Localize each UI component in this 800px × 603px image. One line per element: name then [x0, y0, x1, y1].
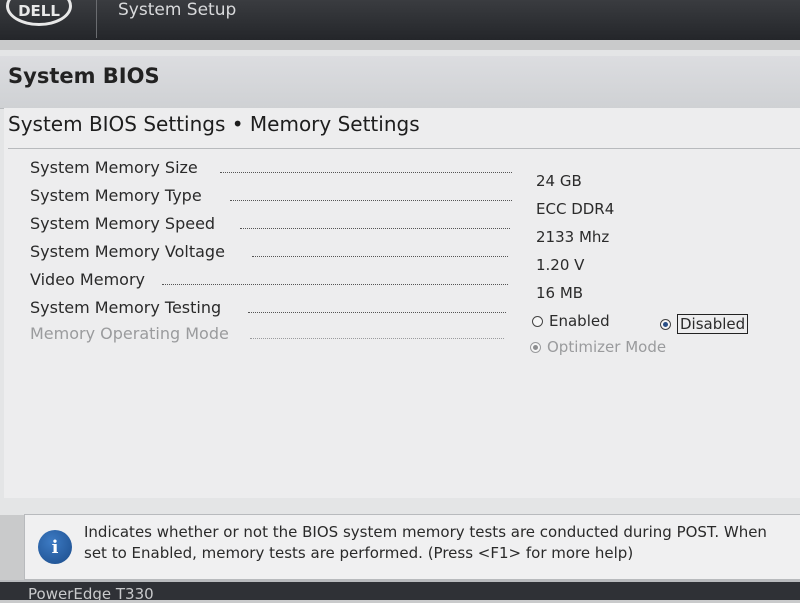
- logo-text: DELL: [18, 2, 60, 20]
- setting-label: Video Memory: [30, 270, 149, 289]
- setting-row-memory-voltage: System Memory Voltage 1.20 V: [0, 242, 800, 274]
- setting-label: Memory Operating Mode: [30, 324, 233, 343]
- setting-row-memory-testing[interactable]: System Memory Testing Enabled Disabled: [0, 298, 800, 334]
- setting-row-operating-mode: Memory Operating Mode Optimizer Mode: [0, 324, 800, 356]
- dotted-leader: [162, 284, 508, 285]
- setting-label: System Memory Speed: [30, 214, 220, 233]
- page-title: System BIOS Settings • Memory Settings: [8, 112, 420, 136]
- setting-row-video-memory: Video Memory 16 MB: [0, 270, 800, 302]
- radio-optimizer-mode: Optimizer Mode: [530, 338, 666, 356]
- model-name: PowerEdge T330: [28, 585, 154, 603]
- dotted-leader: [252, 256, 508, 257]
- dell-logo: DELL: [6, 0, 72, 26]
- app-title: System Setup: [118, 0, 237, 20]
- setting-label: System Memory Voltage: [30, 242, 229, 261]
- dotted-leader: [248, 312, 506, 313]
- header-divider: [96, 0, 97, 38]
- title-divider: [8, 148, 800, 149]
- section-title: System BIOS: [8, 64, 160, 88]
- setting-label: System Memory Type: [30, 186, 206, 205]
- setting-row-memory-type: System Memory Type ECC DDR4: [0, 186, 800, 218]
- setting-label: System Memory Testing: [30, 298, 226, 317]
- info-icon: i: [38, 530, 72, 564]
- setting-row-memory-speed: System Memory Speed 2133 Mhz: [0, 214, 800, 246]
- dotted-leader: [230, 200, 512, 201]
- section-header: System BIOS: [0, 56, 800, 109]
- setting-row-memory-size: System Memory Size 24 GB: [0, 158, 800, 190]
- top-bar: DELL System Setup: [0, 0, 800, 40]
- help-text: Indicates whether or not the BIOS system…: [84, 523, 767, 562]
- setting-label: System Memory Size: [30, 158, 202, 177]
- radio-label-optimizer: Optimizer Mode: [547, 338, 667, 356]
- dotted-leader: [240, 228, 510, 229]
- dotted-leader: [250, 338, 504, 339]
- radio-checked-icon: [530, 341, 541, 353]
- dotted-leader: [220, 172, 512, 173]
